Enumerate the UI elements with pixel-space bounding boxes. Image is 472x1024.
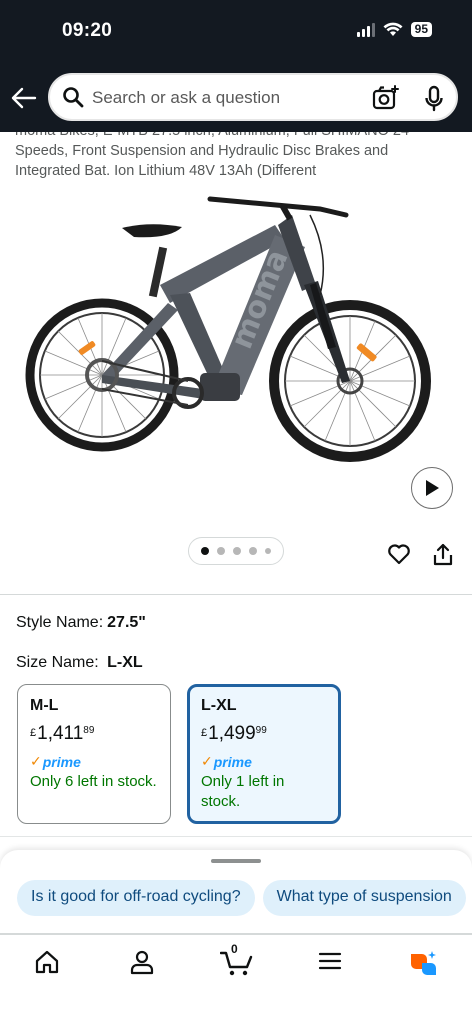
price-whole: 1,411 bbox=[37, 723, 84, 744]
nav-menu[interactable] bbox=[318, 949, 346, 977]
rufus-icon bbox=[411, 951, 436, 975]
nav-rufus[interactable] bbox=[408, 949, 436, 977]
size-name-label: Size Name: bbox=[16, 654, 99, 671]
prime-badge: ✓ prime bbox=[201, 753, 252, 770]
wishlist-heart-icon[interactable] bbox=[387, 543, 411, 565]
search-icon bbox=[63, 87, 84, 108]
back-arrow-icon bbox=[11, 87, 37, 109]
app-header: 09:20 95 Search or ask a question bbox=[0, 0, 472, 132]
suggestion-chip[interactable]: Is it good for off-road cycling? bbox=[17, 880, 255, 916]
play-icon bbox=[426, 480, 439, 496]
price-whole: 1,499 bbox=[208, 723, 256, 744]
menu-icon bbox=[318, 952, 342, 970]
carousel-dot[interactable] bbox=[265, 548, 271, 554]
suggestion-chips: Is it good for off-road cycling? What ty… bbox=[17, 880, 466, 916]
cellular-signal-icon bbox=[356, 22, 375, 37]
stock-status: Only 1 left in stock. bbox=[201, 773, 285, 810]
play-video-button[interactable] bbox=[411, 467, 453, 509]
suggestion-chip[interactable]: What type of suspension bbox=[262, 880, 466, 916]
size-option-l-xl[interactable]: L-XL £1,49999 ✓ prime Only 1 left in stoc… bbox=[187, 684, 341, 824]
size-option-name: L-XL bbox=[201, 697, 237, 714]
share-icon[interactable] bbox=[432, 543, 454, 567]
product-title-region: moma Bikes, E-MTB 27.5 inch, Aluminium, … bbox=[0, 132, 472, 182]
nav-account[interactable] bbox=[129, 949, 157, 977]
search-bar[interactable]: Search or ask a question bbox=[48, 73, 458, 121]
size-option-price: £1,41189 bbox=[30, 723, 158, 745]
camera-search-icon[interactable] bbox=[372, 85, 400, 111]
battery-indicator: 95 bbox=[410, 22, 432, 37]
size-option-m-l[interactable]: M-L £1,41189 ✓ prime Only 6 left in stock… bbox=[17, 684, 171, 824]
price-fraction: 89 bbox=[83, 725, 95, 736]
price-currency: £ bbox=[30, 727, 37, 739]
suggestions-sheet: Is it good for off-road cycling? What ty… bbox=[0, 850, 472, 940]
style-name-row: Style Name: 27.5" bbox=[16, 614, 146, 632]
section-divider bbox=[0, 594, 472, 595]
size-name-value: L-XL bbox=[107, 654, 143, 671]
price-currency: £ bbox=[201, 727, 208, 739]
size-name-row: Size Name: L-XL bbox=[16, 654, 143, 672]
wifi-icon bbox=[383, 22, 403, 36]
product-image[interactable]: moma bbox=[20, 185, 460, 505]
bottom-navigation: 0 bbox=[0, 933, 472, 1024]
cart-count: 0 bbox=[231, 942, 238, 956]
back-button[interactable] bbox=[10, 84, 38, 112]
account-icon bbox=[130, 950, 154, 975]
status-time: 09:20 bbox=[62, 20, 113, 41]
product-title[interactable]: moma Bikes, E-MTB 27.5 inch, Aluminium, … bbox=[15, 132, 455, 181]
carousel-dot[interactable] bbox=[233, 547, 241, 555]
microphone-icon[interactable] bbox=[424, 85, 444, 113]
search-input[interactable]: Search or ask a question bbox=[92, 88, 280, 108]
prime-check-icon: ✓ bbox=[30, 753, 42, 769]
size-option-name: M-L bbox=[30, 697, 59, 714]
stock-status: Only 6 left in stock. bbox=[30, 773, 157, 790]
prime-check-icon: ✓ bbox=[201, 753, 213, 769]
carousel-dot[interactable] bbox=[217, 547, 225, 555]
style-name-label: Style Name: bbox=[16, 614, 104, 631]
status-icons: 95 bbox=[356, 22, 432, 37]
prime-badge: ✓ prime bbox=[30, 753, 81, 770]
home-icon bbox=[35, 950, 59, 974]
size-option-price: £1,49999 bbox=[201, 723, 327, 745]
carousel-dot[interactable] bbox=[249, 547, 257, 555]
sheet-drag-handle[interactable] bbox=[211, 859, 261, 863]
nav-home[interactable] bbox=[34, 949, 62, 977]
price-fraction: 99 bbox=[255, 725, 267, 736]
section-divider bbox=[0, 836, 472, 837]
image-carousel-indicator[interactable] bbox=[188, 537, 284, 565]
style-name-value: 27.5" bbox=[107, 614, 146, 631]
carousel-dot[interactable] bbox=[201, 547, 209, 555]
nav-cart[interactable]: 0 bbox=[219, 942, 254, 977]
